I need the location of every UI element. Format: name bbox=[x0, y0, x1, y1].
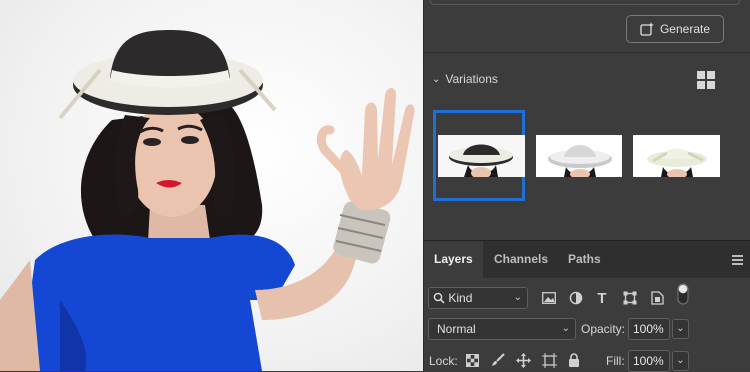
layer-filter-dropdown[interactable]: Kind ⌄ bbox=[428, 287, 528, 309]
right-panel: Generate ⌄ Variations Layers Channels Pa… bbox=[423, 0, 750, 372]
tab-paths[interactable]: Paths bbox=[558, 241, 611, 278]
pixel-layer-filter-icon[interactable] bbox=[540, 289, 558, 307]
fill-label: Fill: bbox=[606, 354, 625, 368]
shape-layer-filter-icon[interactable] bbox=[621, 289, 639, 307]
type-layer-filter-icon[interactable]: T bbox=[593, 289, 611, 307]
fill-slider-toggle[interactable]: ⌄ bbox=[672, 351, 689, 371]
layers-tab-bar: Layers Channels Paths bbox=[424, 240, 750, 278]
tab-layers[interactable]: Layers bbox=[424, 241, 483, 278]
blend-mode-value: Normal bbox=[437, 322, 476, 336]
prompt-input-box[interactable] bbox=[430, 0, 740, 5]
opacity-input[interactable]: 100% bbox=[628, 318, 670, 340]
opacity-slider-toggle[interactable]: ⌄ bbox=[672, 319, 689, 339]
chevron-down-icon: ⌄ bbox=[513, 292, 522, 303]
grid-view-icon[interactable] bbox=[697, 71, 715, 89]
smart-object-filter-icon[interactable] bbox=[648, 289, 666, 307]
variation-thumbnail-2[interactable] bbox=[536, 135, 622, 177]
chevron-down-icon: ⌄ bbox=[432, 73, 441, 85]
lock-all-icon[interactable] bbox=[565, 351, 583, 369]
lock-position-move-icon[interactable] bbox=[514, 351, 532, 369]
generate-sparkle-icon bbox=[640, 22, 654, 36]
variation-thumbnail-1[interactable] bbox=[438, 135, 525, 177]
lock-image-pixels-brush-icon[interactable] bbox=[489, 351, 507, 369]
adjustment-layer-filter-icon[interactable] bbox=[567, 289, 585, 307]
variations-label: Variations bbox=[445, 72, 498, 86]
lock-artboard-icon[interactable] bbox=[540, 351, 558, 369]
lock-label: Lock: bbox=[429, 354, 458, 368]
search-icon bbox=[433, 292, 445, 304]
filter-toggle-icon[interactable] bbox=[674, 283, 692, 305]
lock-transparent-pixels-icon[interactable] bbox=[463, 351, 481, 369]
tab-channels[interactable]: Channels bbox=[484, 241, 558, 278]
filter-kind-label: Kind bbox=[448, 291, 473, 305]
variations-header[interactable]: ⌄ Variations bbox=[432, 70, 498, 88]
document-canvas[interactable] bbox=[0, 0, 423, 371]
variation-thumbnail-3[interactable] bbox=[633, 135, 720, 177]
fill-input[interactable]: 100% bbox=[628, 350, 670, 372]
divider bbox=[424, 52, 750, 53]
generate-button[interactable]: Generate bbox=[626, 15, 724, 43]
panel-menu-icon[interactable] bbox=[732, 255, 743, 267]
generate-label: Generate bbox=[659, 22, 711, 36]
photo-woman-with-hat bbox=[0, 30, 415, 371]
chevron-down-icon: ⌄ bbox=[561, 323, 570, 334]
opacity-label: Opacity: bbox=[581, 322, 626, 336]
blend-mode-dropdown[interactable]: Normal ⌄ bbox=[428, 318, 576, 340]
